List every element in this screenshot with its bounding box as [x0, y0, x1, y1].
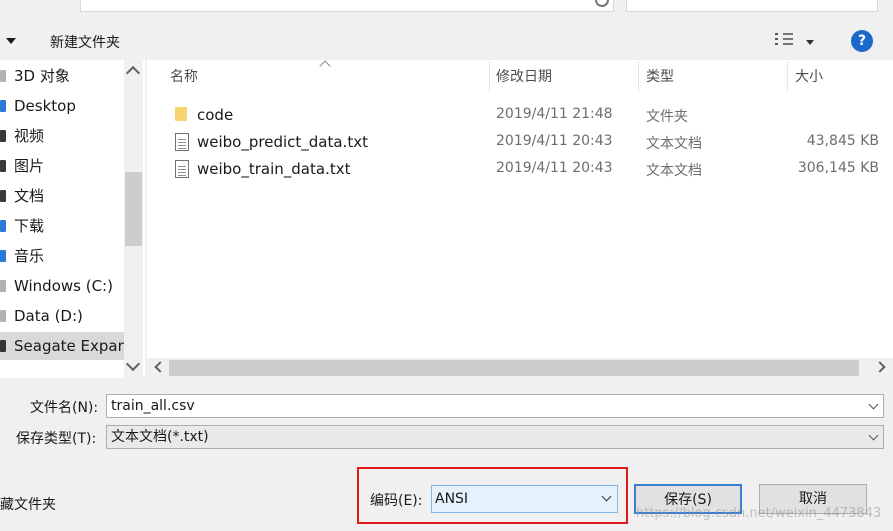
column-header-date[interactable]: 修改日期: [496, 60, 552, 94]
scroll-up-icon[interactable]: [125, 65, 141, 81]
text-file-icon: [175, 133, 189, 151]
download-icon: [0, 220, 6, 232]
desktop-icon: [0, 100, 6, 112]
file-name: weibo_train_data.txt: [197, 160, 351, 178]
file-name: weibo_predict_data.txt: [197, 133, 368, 151]
filename-value: train_all.csv: [111, 398, 195, 414]
filename-label: 文件名(N):: [30, 400, 99, 416]
new-folder-button[interactable]: 新建文件夹: [50, 32, 120, 52]
nav-item-data-d[interactable]: Data (D:): [0, 302, 124, 330]
nav-item-documents[interactable]: 文档: [0, 182, 124, 210]
view-options-icon[interactable]: [775, 32, 795, 48]
column-header-size[interactable]: 大小: [795, 60, 823, 94]
filetype-label: 保存类型(T):: [16, 431, 97, 447]
encoding-select[interactable]: ANSI: [431, 485, 618, 513]
scroll-left-icon[interactable]: [154, 361, 166, 373]
horizontal-scrollbar[interactable]: [147, 358, 893, 378]
file-type: 文本文档: [646, 136, 702, 152]
column-header-name[interactable]: 名称: [170, 60, 198, 94]
text-file-icon: [175, 160, 189, 178]
encoding-value: ANSI: [435, 491, 469, 507]
search-input[interactable]: [626, 0, 878, 12]
nav-item-desktop[interactable]: Desktop: [0, 92, 124, 120]
drive-icon: [0, 310, 6, 322]
chevron-down-icon[interactable]: [601, 491, 612, 502]
encoding-label: 编码(E):: [370, 493, 423, 509]
filename-input[interactable]: train_all.csv: [106, 394, 884, 418]
horizontal-scroll-thumb[interactable]: [169, 360, 859, 376]
nav-item-pictures[interactable]: 图片: [0, 152, 124, 180]
file-size: 43,845 KB: [806, 133, 879, 149]
file-size: 306,145 KB: [797, 160, 879, 176]
help-button[interactable]: ?: [851, 30, 873, 52]
watermark: https://blog.csdn.net/weixin_4473843: [636, 506, 882, 521]
column-separator: [638, 62, 639, 92]
nav-item-downloads[interactable]: 下载: [0, 212, 124, 240]
address-input[interactable]: [80, 0, 614, 12]
video-icon: [0, 130, 6, 142]
toolbar: 新建文件夹 ?: [0, 22, 893, 60]
drive-icon: [0, 280, 6, 292]
organize-dropdown-icon[interactable]: [6, 38, 16, 44]
scroll-right-icon[interactable]: [874, 361, 886, 373]
pictures-icon: [0, 160, 6, 172]
refresh-icon[interactable]: [595, 0, 609, 7]
scroll-down-icon[interactable]: [125, 356, 141, 372]
column-separator: [787, 62, 788, 92]
sort-ascending-icon: [319, 60, 331, 72]
file-row[interactable]: code 2019/4/11 21:48 文件夹: [147, 102, 893, 129]
file-row[interactable]: weibo_predict_data.txt 2019/4/11 20:43 文…: [147, 129, 893, 156]
navigation-pane: 3D 对象 Desktop 视频 图片 文档 下载 音乐 Windows (C:…: [0, 60, 145, 378]
column-header-type[interactable]: 类型: [646, 60, 674, 94]
file-date: 2019/4/11 20:43: [496, 133, 613, 149]
nav-item-3d-objects[interactable]: 3D 对象: [0, 62, 124, 90]
address-bar-area: [0, 0, 893, 22]
chevron-down-icon[interactable]: [868, 430, 879, 441]
nav-item-videos[interactable]: 视频: [0, 122, 124, 150]
music-icon: [0, 250, 6, 262]
column-separator: [489, 62, 490, 92]
filetype-value: 文本文档(*.txt): [111, 429, 209, 445]
nav-item-music[interactable]: 音乐: [0, 242, 124, 270]
folder-icon: [175, 107, 187, 121]
nav-scroll-thumb[interactable]: [125, 172, 142, 246]
hide-folders-toggle[interactable]: 藏文件夹: [0, 494, 56, 514]
nav-item-seagate[interactable]: Seagate Expans: [0, 332, 124, 360]
chevron-down-icon[interactable]: [868, 399, 879, 410]
3d-objects-icon: [0, 70, 6, 82]
file-type: 文件夹: [646, 109, 688, 125]
file-row[interactable]: weibo_train_data.txt 2019/4/11 20:43 文本文…: [147, 156, 893, 183]
nav-scrollbar[interactable]: [124, 60, 143, 378]
file-date: 2019/4/11 21:48: [496, 106, 613, 122]
view-dropdown-icon[interactable]: [806, 40, 814, 45]
documents-icon: [0, 190, 6, 202]
file-name: code: [197, 106, 234, 124]
external-drive-icon: [0, 340, 6, 352]
file-type: 文本文档: [646, 163, 702, 179]
file-list: 名称 修改日期 类型 大小 code 2019/4/11 21:48 文件夹 w…: [147, 60, 893, 378]
filetype-select[interactable]: 文本文档(*.txt): [106, 425, 884, 449]
file-date: 2019/4/11 20:43: [496, 160, 613, 176]
nav-item-windows-c[interactable]: Windows (C:): [0, 272, 124, 300]
